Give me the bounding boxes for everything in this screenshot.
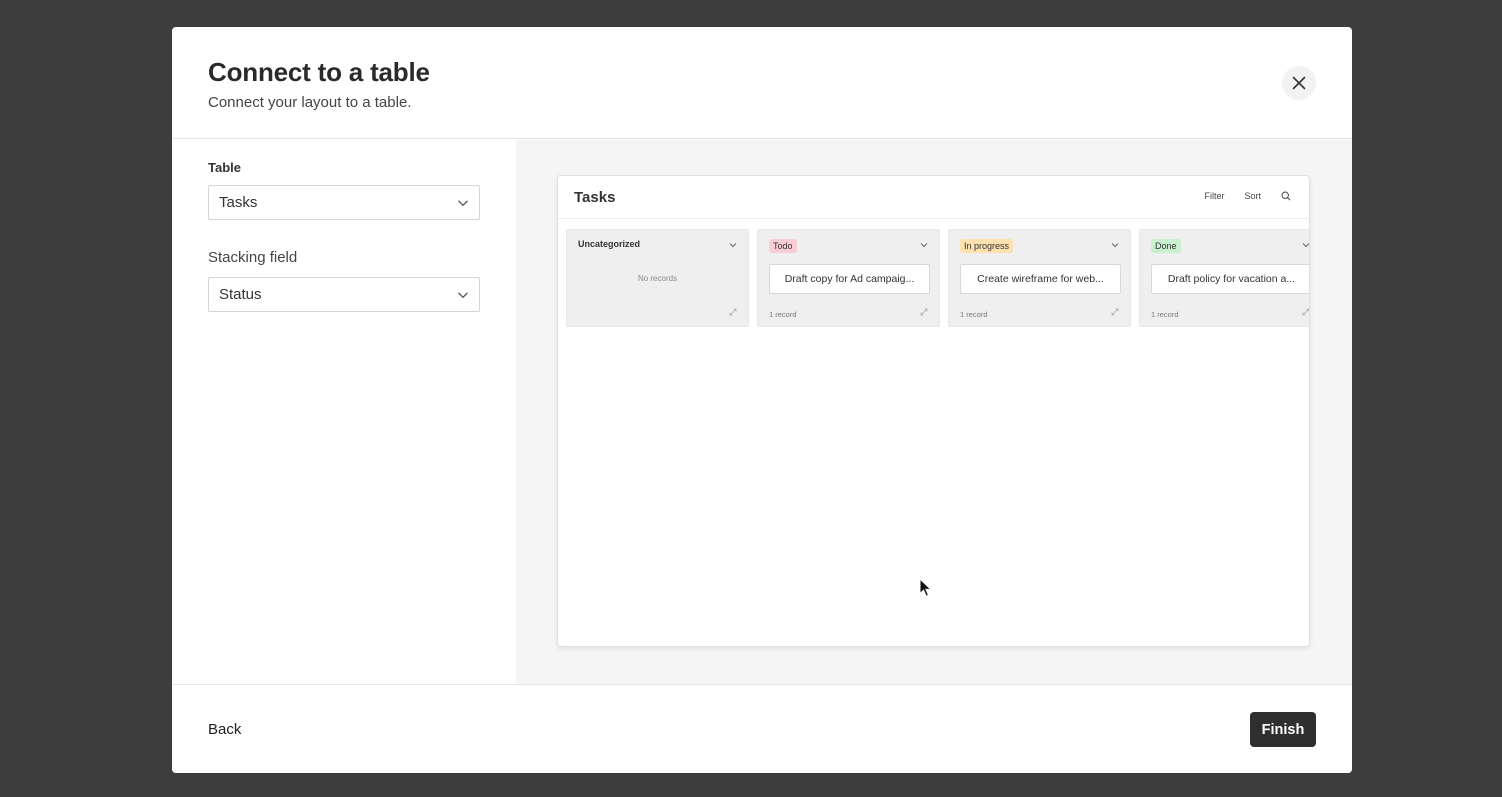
chevron-down-icon xyxy=(920,243,928,248)
status-badge: Todo xyxy=(769,239,797,253)
filter-label: Filter xyxy=(1204,191,1225,201)
column-todo: Todo Draft copy for Ad campaig... 1 reco… xyxy=(757,229,940,327)
table-label: Table xyxy=(208,160,241,175)
preview-header: Tasks Filter Sort xyxy=(558,176,1309,219)
dialog-title: Connect to a table xyxy=(208,57,430,87)
kanban-board: Uncategorized No records Todo Draft copy… xyxy=(566,229,1309,329)
table-select-value: Tasks xyxy=(219,194,258,211)
empty-state: No records xyxy=(637,274,678,283)
dialog-subtitle: Connect your layout to a table. xyxy=(208,94,412,111)
connect-table-dialog: Connect to a table Connect your layout t… xyxy=(172,27,1352,773)
status-badge: In progress xyxy=(960,239,1014,253)
stacking-field-label: Stacking field xyxy=(208,249,298,266)
search-icon xyxy=(1281,191,1291,201)
column-done: Done Draft policy for vacation a... 1 re… xyxy=(1139,229,1309,327)
chevron-down-icon xyxy=(458,200,468,207)
record-card: Create wireframe for web... xyxy=(960,264,1121,294)
settings-panel: Table Tasks Stacking field Status xyxy=(172,140,516,684)
chevron-down-icon xyxy=(1302,243,1309,248)
close-icon xyxy=(1292,76,1306,90)
expand-icon xyxy=(729,308,737,316)
preview-title: Tasks xyxy=(574,189,616,206)
column-title: Uncategorized xyxy=(578,239,641,249)
stacking-field-select[interactable]: Status xyxy=(208,277,480,312)
dialog-footer: Back Finish xyxy=(172,684,1352,773)
record-count: 1 record xyxy=(769,310,797,319)
expand-icon xyxy=(1111,308,1119,316)
mouse-cursor-icon xyxy=(919,578,933,597)
record-card: Draft copy for Ad campaig... xyxy=(769,264,930,294)
chevron-down-icon xyxy=(458,292,468,299)
status-badge: Done xyxy=(1151,239,1181,253)
record-card: Draft policy for vacation a... xyxy=(1151,264,1309,294)
back-button[interactable]: Back xyxy=(195,715,254,744)
expand-icon xyxy=(1302,308,1309,316)
record-count: 1 record xyxy=(960,310,988,319)
column-in-progress: In progress Create wireframe for web... … xyxy=(948,229,1131,327)
preview-actions: Filter Sort xyxy=(1204,191,1291,201)
kanban-preview: Tasks Filter Sort Uncategorized No recor… xyxy=(557,175,1310,647)
chevron-down-icon xyxy=(1111,243,1119,248)
chevron-down-icon xyxy=(729,243,737,248)
sort-label: Sort xyxy=(1244,191,1261,201)
preview-panel: Tasks Filter Sort Uncategorized No recor… xyxy=(516,140,1352,684)
expand-icon xyxy=(920,308,928,316)
stacking-field-value: Status xyxy=(219,286,262,303)
table-select[interactable]: Tasks xyxy=(208,185,480,220)
column-uncategorized: Uncategorized No records xyxy=(566,229,749,327)
record-count: 1 record xyxy=(1151,310,1179,319)
finish-button[interactable]: Finish xyxy=(1250,712,1316,747)
dialog-header: Connect to a table Connect your layout t… xyxy=(172,27,1352,139)
close-button[interactable] xyxy=(1282,66,1316,100)
